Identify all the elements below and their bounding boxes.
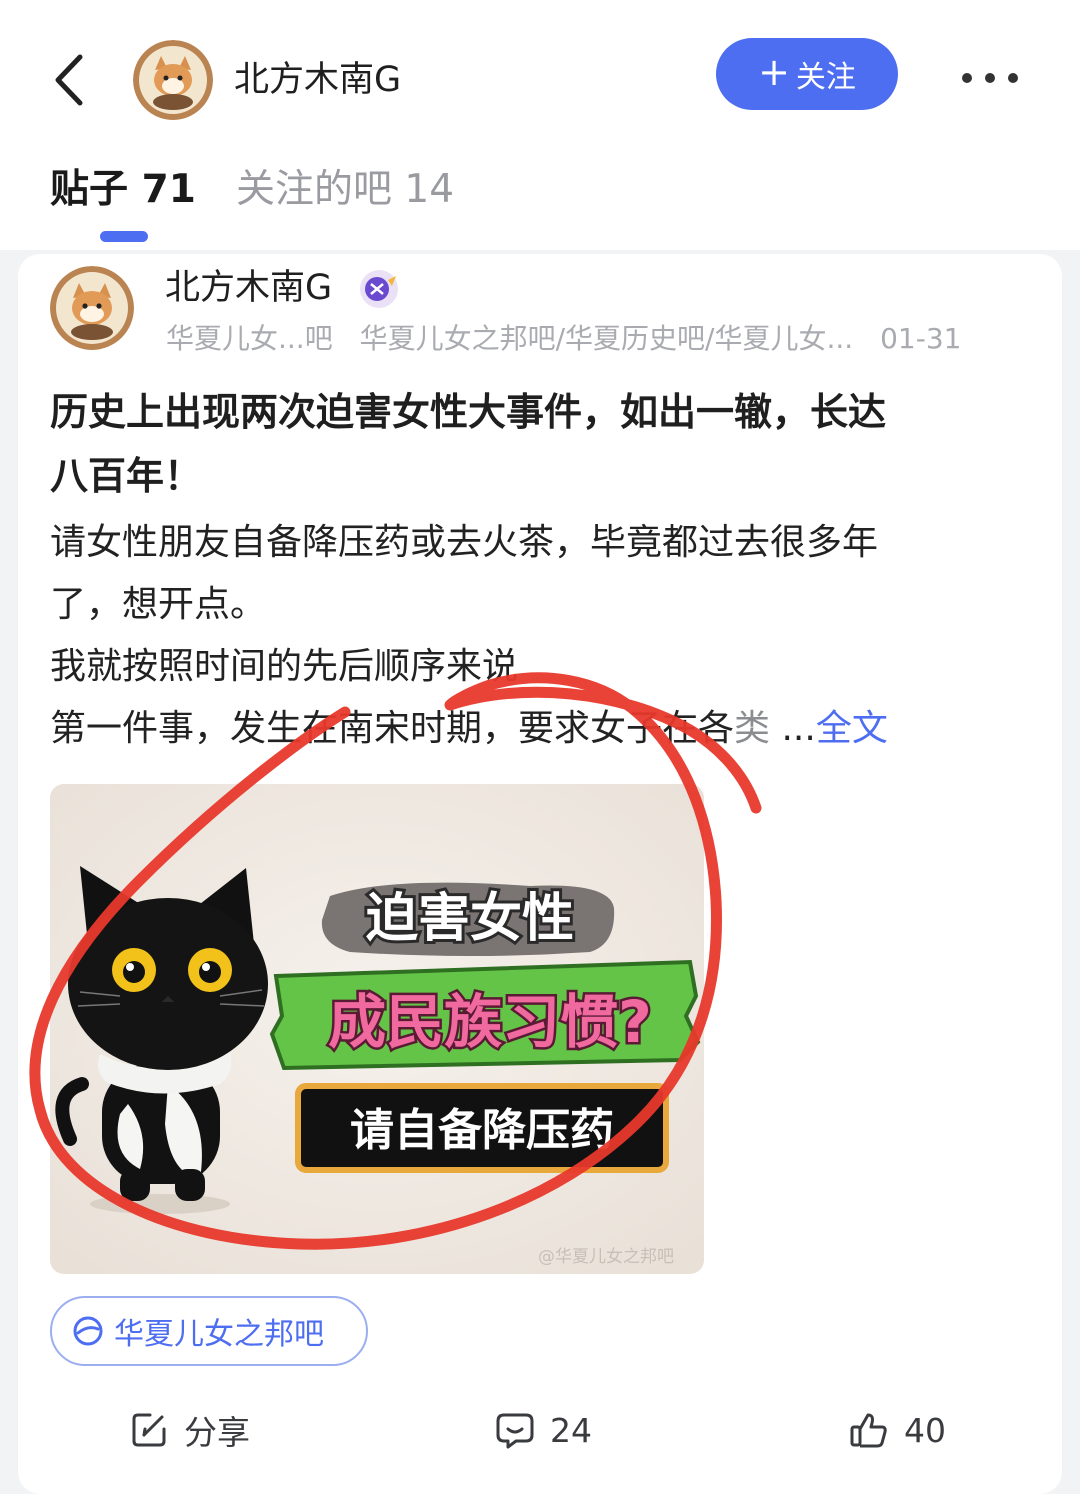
- more-icon[interactable]: [955, 68, 1025, 88]
- title-line-1: 历史上出现两次迫害女性大事件，如出一辙，长达: [50, 390, 887, 434]
- body-line-4-text: 第一件事，发生在南宋时期，要求女子在各: [50, 708, 735, 749]
- like-icon: [850, 1413, 887, 1448]
- share-label: 分享: [184, 1413, 250, 1452]
- share-button[interactable]: 分享: [128, 1402, 250, 1458]
- image-banner-panel: 请自备降压药: [295, 1083, 669, 1173]
- ellipsis: ...: [770, 708, 816, 749]
- bar-tag-icon: [73, 1316, 103, 1346]
- plus-icon: +: [758, 50, 790, 94]
- image-watermark: @华夏儿女之邦吧: [538, 1247, 674, 1267]
- tab-posts[interactable]: 贴子 71: [50, 162, 196, 218]
- body-line-4-fade: 类: [734, 708, 771, 749]
- like-button[interactable]: 40: [848, 1402, 946, 1458]
- tab-followed-bars[interactable]: 关注的吧 14: [236, 162, 454, 218]
- image-title-text: 迫害女性: [366, 889, 574, 949]
- active-tab-indicator: [100, 231, 148, 242]
- image-subtitle-panel: 成民族习惯?: [269, 959, 701, 1071]
- follow-label: 关注: [795, 60, 856, 95]
- bar-tag[interactable]: 华夏儿女之邦吧: [50, 1296, 368, 1366]
- comment-count: 24: [550, 1410, 592, 1450]
- author-avatar[interactable]: [50, 266, 134, 350]
- badge-icon[interactable]: [358, 268, 400, 310]
- full-text-link[interactable]: 全文: [816, 708, 888, 749]
- header-avatar[interactable]: [133, 40, 213, 120]
- meta-date: 01-31: [880, 322, 962, 355]
- body-line-2: 了，想开点。: [50, 584, 267, 625]
- like-count: 40: [904, 1410, 946, 1450]
- image-banner-text: 请自备降压药: [350, 1105, 614, 1156]
- share-icon: [132, 1413, 166, 1447]
- bar-tag-label: 华夏儿女之邦吧: [114, 1317, 324, 1352]
- post-body[interactable]: 请女性朋友自备降压药或去火茶，毕竟都过去很多年 了，想开点。 我就按照时间的先后…: [50, 512, 1040, 760]
- meta-bars[interactable]: 华夏儿女之邦吧/华夏历史吧/华夏儿女...: [360, 322, 854, 355]
- follow-button[interactable]: + 关注: [716, 38, 898, 110]
- image-subtitle-text: 成民族习惯?: [328, 988, 652, 1056]
- header-username: 北方木南G: [234, 60, 402, 100]
- post-title[interactable]: 历史上出现两次迫害女性大事件，如出一辙，长达 八百年！: [50, 380, 1040, 508]
- meta-bar-short[interactable]: 华夏儿女...吧: [166, 322, 333, 355]
- comment-button[interactable]: 24: [494, 1402, 592, 1458]
- author-name[interactable]: 北方木南G: [165, 264, 332, 312]
- body-line-4: 第一件事，发生在南宋时期，要求女子在各类 ...全文: [50, 698, 1040, 760]
- back-arrow-icon[interactable]: [40, 45, 100, 115]
- post-meta: 华夏儿女...吧 华夏儿女之邦吧/华夏历史吧/华夏儿女... 01-31: [166, 318, 979, 360]
- comment-icon: [496, 1413, 534, 1449]
- title-line-2: 八百年！: [50, 454, 203, 498]
- image-title-panel: 迫害女性: [321, 882, 615, 956]
- body-line-3: 我就按照时间的先后顺序来说: [50, 646, 519, 687]
- post-image[interactable]: 迫害女性 成民族习惯? 请自备降压药 @华夏儿女之邦吧: [50, 784, 704, 1274]
- body-line-1: 请女性朋友自备降压药或去火茶，毕竟都过去很多年: [50, 522, 879, 563]
